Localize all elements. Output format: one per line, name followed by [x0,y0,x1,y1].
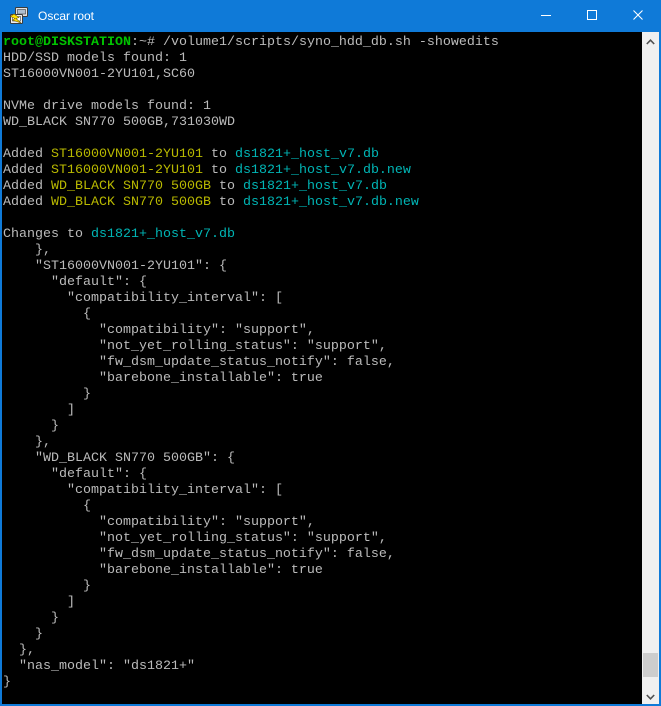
chevron-down-icon [646,687,655,705]
terminal-line: root@DISKSTATION:~# /volume1/scripts/syn… [3,35,642,51]
terminal-line [3,83,642,99]
terminal-line: Added ST16000VN001-2YU101 to ds1821+_hos… [3,147,642,163]
terminal-line: HDD/SSD models found: 1 [3,51,642,67]
terminal-line: Added WD_BLACK SN770 500GB to ds1821+_ho… [3,195,642,211]
terminal-line: "fw_dsm_update_status_notify": false, [3,355,642,371]
putty-window: Oscar root root@DISKSTATION:~# /volume1/… [0,0,661,706]
terminal-line: { [3,307,642,323]
terminal-line: WD_BLACK SN770 500GB,731030WD [3,115,642,131]
terminal-line: } [3,387,642,403]
terminal-line: ] [3,595,642,611]
terminal-line: "barebone_installable": true [3,563,642,579]
terminal-line: "default": { [3,275,642,291]
terminal-line: } [3,419,642,435]
close-icon [633,7,643,25]
terminal-line [3,211,642,227]
minimize-button[interactable] [523,0,569,32]
terminal-line: "compatibility": "support", [3,323,642,339]
terminal-line: "not_yet_rolling_status": "support", [3,339,642,355]
terminal-line: Added WD_BLACK SN770 500GB to ds1821+_ho… [3,179,642,195]
terminal-line: } [3,611,642,627]
terminal-line: NVMe drive models found: 1 [3,99,642,115]
terminal-line: "not_yet_rolling_status": "support", [3,531,642,547]
terminal-line: { [3,499,642,515]
terminal-line: Added ST16000VN001-2YU101 to ds1821+_hos… [3,163,642,179]
terminal-line: "fw_dsm_update_status_notify": false, [3,547,642,563]
terminal-line: "ST16000VN001-2YU101": { [3,259,642,275]
terminal-line: } [3,627,642,643]
scroll-down-button[interactable] [642,687,659,704]
terminal-line: }, [3,643,642,659]
minimize-icon [541,7,551,25]
terminal-line: "default": { [3,467,642,483]
terminal-line [3,131,642,147]
terminal-line: } [3,675,642,691]
terminal-line: }, [3,435,642,451]
maximize-icon [587,7,597,25]
close-button[interactable] [615,0,661,32]
terminal-line: "barebone_installable": true [3,371,642,387]
maximize-button[interactable] [569,0,615,32]
terminal-line: } [3,579,642,595]
terminal-line: "compatibility_interval": [ [3,483,642,499]
window-controls [523,0,661,32]
scrollbar-thumb[interactable] [643,653,658,677]
terminal-line: }, [3,243,642,259]
terminal-line: Changes to ds1821+_host_v7.db [3,227,642,243]
scrollbar[interactable] [642,32,659,704]
terminal-line: "compatibility": "support", [3,515,642,531]
terminal-line: "nas_model": "ds1821+" [3,659,642,675]
chevron-up-icon [646,32,655,50]
window-title: Oscar root [38,9,94,23]
scroll-up-button[interactable] [642,32,659,49]
titlebar[interactable]: Oscar root [0,0,661,32]
terminal-line: ST16000VN001-2YU101,SC60 [3,67,642,83]
terminal-line: "compatibility_interval": [ [3,291,642,307]
terminal-output[interactable]: root@DISKSTATION:~# /volume1/scripts/syn… [2,32,642,704]
putty-app-icon [9,6,29,26]
terminal-line: "WD_BLACK SN770 500GB": { [3,451,642,467]
terminal-line: ] [3,403,642,419]
